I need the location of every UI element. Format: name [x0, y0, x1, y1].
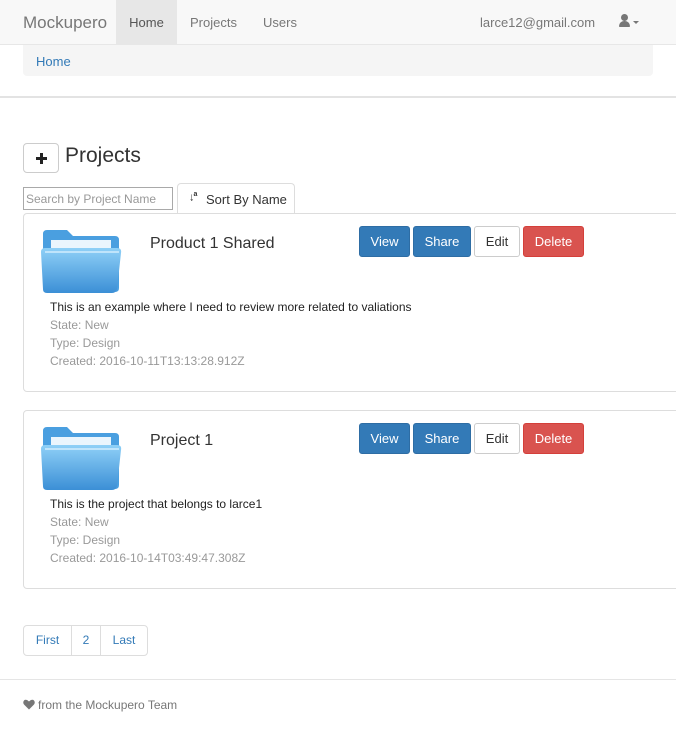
pagination: First 2 Last — [23, 625, 148, 656]
edit-button[interactable]: Edit — [474, 423, 520, 454]
share-button[interactable]: Share — [413, 226, 471, 257]
project-created: Created: 2016-10-14T03:49:47.308Z — [50, 551, 246, 565]
project-name[interactable]: Product 1 Shared — [150, 235, 275, 253]
nav-users[interactable]: Users — [263, 0, 297, 45]
page-title: Projects — [65, 144, 141, 167]
project-description: This is the project that belongs to larc… — [50, 497, 263, 511]
top-navbar: Mockupero Home Projects Users larce12@gm… — [0, 0, 676, 45]
breadcrumb: Home — [23, 45, 653, 76]
project-name[interactable]: Project 1 — [150, 432, 213, 450]
add-project-button[interactable] — [23, 143, 59, 173]
heart-icon — [23, 699, 35, 710]
delete-button[interactable]: Delete — [523, 423, 584, 454]
project-card: Project 1 View Share Edit Delete This is… — [23, 410, 676, 589]
footer-text: from the Mockupero Team — [38, 698, 178, 712]
folder-icon — [41, 427, 122, 490]
page-2-button[interactable]: 2 — [71, 625, 101, 656]
project-state: State: New — [50, 318, 109, 332]
page-first-button[interactable]: First — [23, 625, 72, 656]
project-card: Product 1 Shared View Share Edit Delete … — [23, 213, 676, 392]
view-button[interactable]: View — [359, 226, 410, 257]
breadcrumb-home[interactable]: Home — [36, 54, 71, 69]
edit-button[interactable]: Edit — [474, 226, 520, 257]
project-state: State: New — [50, 515, 109, 529]
project-type: Type: Design — [50, 336, 121, 350]
brand-logo[interactable]: Mockupero — [23, 13, 107, 33]
search-input[interactable] — [23, 187, 173, 210]
footer: from the Mockupero Team — [23, 698, 177, 712]
footer-divider — [0, 679, 676, 680]
sort-label: Sort By Name — [206, 192, 287, 207]
delete-button[interactable]: Delete — [523, 226, 584, 257]
nav-home[interactable]: Home — [116, 0, 177, 45]
project-description: This is an example where I need to revie… — [50, 300, 412, 314]
header-divider — [0, 96, 676, 98]
user-email[interactable]: larce12@gmail.com — [480, 0, 595, 45]
page-last-button[interactable]: Last — [100, 625, 148, 656]
folder-icon — [41, 230, 122, 293]
sort-by-name-button[interactable]: ↓a Sort By Name — [177, 183, 295, 214]
nav-projects[interactable]: Projects — [190, 0, 237, 45]
project-type: Type: Design — [50, 533, 121, 547]
sort-alpha-icon: ↓a — [189, 191, 197, 204]
caret-down-icon — [633, 21, 639, 24]
view-button[interactable]: View — [359, 423, 410, 454]
project-created: Created: 2016-10-11T13:13:28.912Z — [50, 354, 245, 368]
user-menu-dropdown[interactable] — [619, 14, 641, 30]
share-button[interactable]: Share — [413, 423, 471, 454]
